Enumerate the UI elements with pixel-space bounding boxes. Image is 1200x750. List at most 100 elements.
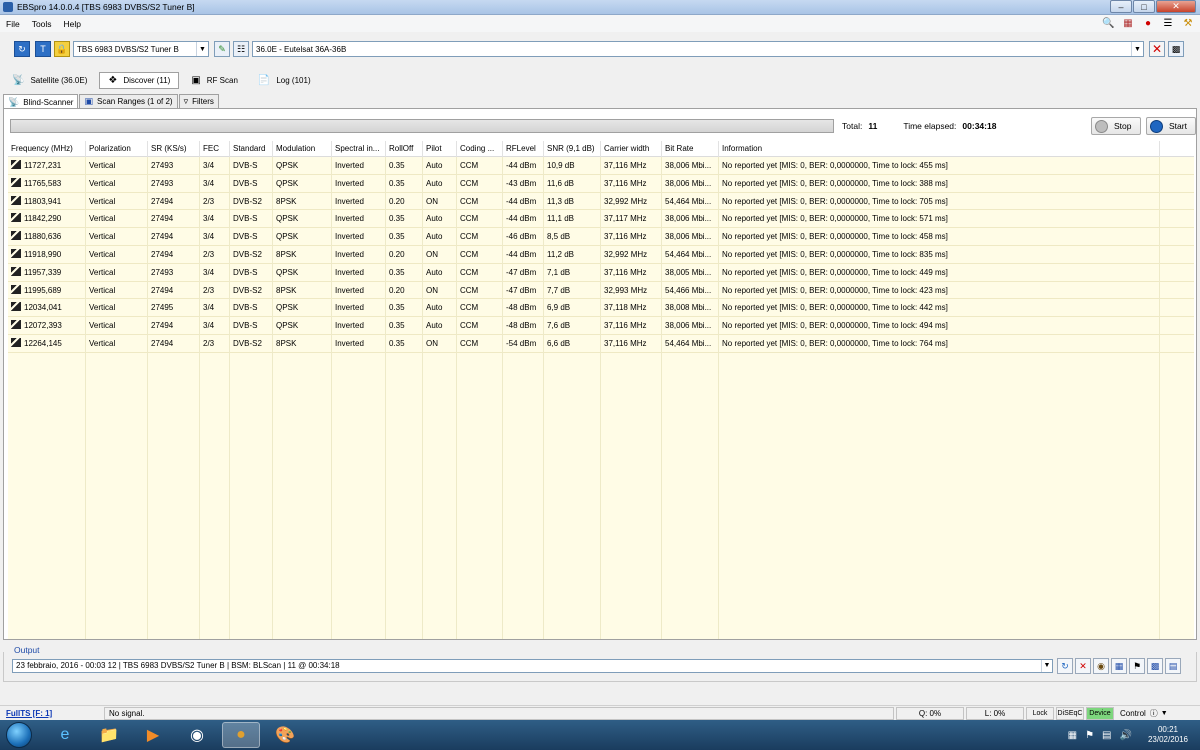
delete-icon[interactable]: ✕ <box>1149 41 1165 57</box>
refresh-icon[interactable]: ↻ <box>1057 658 1073 674</box>
table-cell: DVB-S <box>233 214 258 224</box>
file-explorer-icon[interactable]: 📁 <box>90 722 128 748</box>
ebspro-taskbar-icon[interactable]: ● <box>222 722 260 748</box>
table-row[interactable]: 11803,941 Vertical 27494 2/3 DVB-S2 8PSK Inver… <box>8 193 1194 211</box>
flag-icon[interactable]: ⚑ <box>1129 658 1145 674</box>
tab-satellite[interactable]: 📡 Satellite (36.0E) <box>4 72 95 89</box>
table-cell: Auto <box>426 214 443 224</box>
table-row[interactable]: 12034,041 Vertical 27495 3/4 DVB-S QPSK Invert… <box>8 299 1194 318</box>
table-row[interactable]: 11957,339 Vertical 27493 3/4 DVB-S QPSK Invert… <box>8 264 1194 282</box>
signal-bars-icon[interactable]: ▦ <box>1122 18 1134 29</box>
table-row[interactable]: 12264,145 Vertical 27494 2/3 DVB-S2 8PSK Inver… <box>8 335 1194 353</box>
add-transponder-icon[interactable]: ✎ <box>214 41 230 57</box>
edit-satellite-icon[interactable]: ☷ <box>233 41 249 57</box>
table-cell: Vertical <box>89 161 116 170</box>
table-row[interactable]: 11765,583 Vertical 27493 3/4 DVB-S QPSK Invert… <box>8 175 1194 193</box>
column-header[interactable]: Modulation <box>273 141 332 157</box>
column-header[interactable]: Carrier width <box>601 141 662 157</box>
close-window-button[interactable]: ✕ <box>1156 0 1196 13</box>
table-row[interactable]: 11918,990 Vertical 27494 2/3 DVB-S2 8PSK Inver… <box>8 246 1194 264</box>
table-cell: Inverted <box>335 232 364 242</box>
table-cell: CCM <box>460 214 479 224</box>
clock[interactable]: 00:21 23/02/2016 <box>1148 725 1188 745</box>
table-cell: 27494 <box>151 232 174 242</box>
level-status: L: 0% <box>966 706 1024 720</box>
search-icon[interactable]: 🔍 <box>1102 18 1114 29</box>
record-icon[interactable]: ● <box>1142 18 1154 29</box>
delete-icon[interactable]: ✕ <box>1075 658 1091 674</box>
table-row[interactable]: 11842,290 Vertical 27494 3/4 DVB-S QPSK Invert… <box>8 210 1194 229</box>
table-row[interactable]: 11727,231 Vertical 27493 3/4 DVB-S QPSK Invert… <box>8 157 1194 175</box>
menu-tools[interactable]: Tools <box>26 19 58 29</box>
save-icon[interactable]: ▩ <box>1168 41 1184 57</box>
save-icon[interactable]: ▩ <box>1147 658 1163 674</box>
tab-scan-ranges[interactable]: ▣ Scan Ranges (1 of 2) <box>79 94 178 108</box>
control-menu[interactable]: Control ⓘ ▼ <box>1116 707 1176 720</box>
media-player-icon[interactable]: ▶ <box>134 722 172 748</box>
table-row[interactable]: 12072,393 Vertical 27494 3/4 DVB-S QPSK Invert… <box>8 317 1194 335</box>
diseqc-indicator: DiSEqC <box>1056 706 1084 720</box>
column-header[interactable]: Coding ... <box>457 141 503 157</box>
export-icon[interactable]: ▤ <box>1165 658 1181 674</box>
tuner-info-icon[interactable]: T <box>35 41 51 57</box>
table-row[interactable]: 11880,636 Vertical 27494 3/4 DVB-S QPSK Invert… <box>8 228 1194 246</box>
column-gridline <box>422 157 423 639</box>
paint-icon[interactable]: 🎨 <box>266 722 304 748</box>
tab-blind-scanner[interactable]: 📡 Blind-Scanner <box>3 94 79 109</box>
fullts-link[interactable]: FullTS [F: 1] <box>2 707 102 720</box>
stop-button[interactable]: Stop <box>1091 117 1141 135</box>
column-header[interactable]: Standard <box>230 141 273 157</box>
satellite-select[interactable]: 36.0E - Eutelsat 36A-36B ▼ <box>252 41 1144 57</box>
lock-indicator: Lock <box>1026 706 1054 720</box>
table-row[interactable]: 11995,689 Vertical 27494 2/3 DVB-S2 8PSK Inver… <box>8 282 1194 300</box>
table-cell: -48 dBm <box>506 321 537 331</box>
signal-status: No signal. <box>104 706 894 720</box>
table-cell: -54 dBm <box>506 339 537 348</box>
column-header[interactable]: Frequency (MHz) <box>8 141 86 157</box>
tab-discover[interactable]: ❖ Discover (11) <box>99 72 180 89</box>
flag-icon[interactable]: ⚑ <box>1085 730 1094 741</box>
column-header[interactable]: Polarization <box>86 141 148 157</box>
table-cell: DVB-S <box>233 303 258 313</box>
column-header[interactable]: SNR (9,1 dB) <box>544 141 601 157</box>
output-select[interactable]: 23 febbraio, 2016 - 00:03 12 | TBS 6983 … <box>12 659 1053 673</box>
column-header[interactable]: RollOff <box>386 141 423 157</box>
tab-rf-scan[interactable]: ▣ RF Scan <box>183 72 246 89</box>
internet-explorer-icon[interactable]: e <box>46 722 84 748</box>
grid-view-icon[interactable]: ▦ <box>1111 658 1127 674</box>
settings-icon[interactable]: ⚒ <box>1182 18 1194 29</box>
table-cell: No reported yet [MIS: 0, BER: 0,0000000,… <box>722 161 948 170</box>
volume-icon[interactable]: 🔊 <box>1120 730 1132 741</box>
menu-help[interactable]: Help <box>58 19 87 29</box>
table-cell: 11765,583 <box>8 175 86 193</box>
column-header[interactable]: Spectral in... <box>332 141 386 157</box>
chrome-icon[interactable]: ◉ <box>178 722 216 748</box>
list-icon[interactable]: ☰ <box>1162 18 1174 29</box>
satellite-dish-icon <box>11 160 21 169</box>
table-cell: DVB-S <box>233 178 258 188</box>
tab-filters[interactable]: ▿ Filters <box>178 94 219 108</box>
windows-flag-icon[interactable]: ▦ <box>1068 730 1077 741</box>
windows-start-icon[interactable] <box>6 722 32 748</box>
table-cell: 27495 <box>151 303 174 313</box>
table-cell: QPSK <box>276 303 299 313</box>
tuner-select[interactable]: TBS 6983 DVBS/S2 Tuner B ▼ <box>73 41 209 57</box>
column-header[interactable]: RFLevel <box>503 141 544 157</box>
start-button[interactable]: Start <box>1146 117 1196 135</box>
maximize-button[interactable]: □ <box>1133 0 1155 13</box>
satellite-dish-icon <box>11 338 21 347</box>
refresh-icon[interactable]: ↻ <box>14 41 30 57</box>
minimize-button[interactable]: – <box>1110 0 1132 13</box>
menu-file[interactable]: File <box>0 19 26 29</box>
column-header[interactable]: SR (KS/s) <box>148 141 200 157</box>
tab-log[interactable]: 📄 Log (101) <box>250 72 319 89</box>
column-header[interactable]: Bit Rate <box>662 141 719 157</box>
lock-icon[interactable]: 🔒 <box>54 41 70 57</box>
network-icon[interactable]: ▤ <box>1102 730 1111 741</box>
column-header[interactable]: Information <box>719 141 1160 157</box>
table-cell: 8PSK <box>276 196 297 206</box>
frequency-value: 12264,145 <box>24 339 62 348</box>
globe-icon[interactable]: ◉ <box>1093 658 1109 674</box>
column-header[interactable]: FEC <box>200 141 230 157</box>
column-header[interactable]: Pilot <box>423 141 457 157</box>
